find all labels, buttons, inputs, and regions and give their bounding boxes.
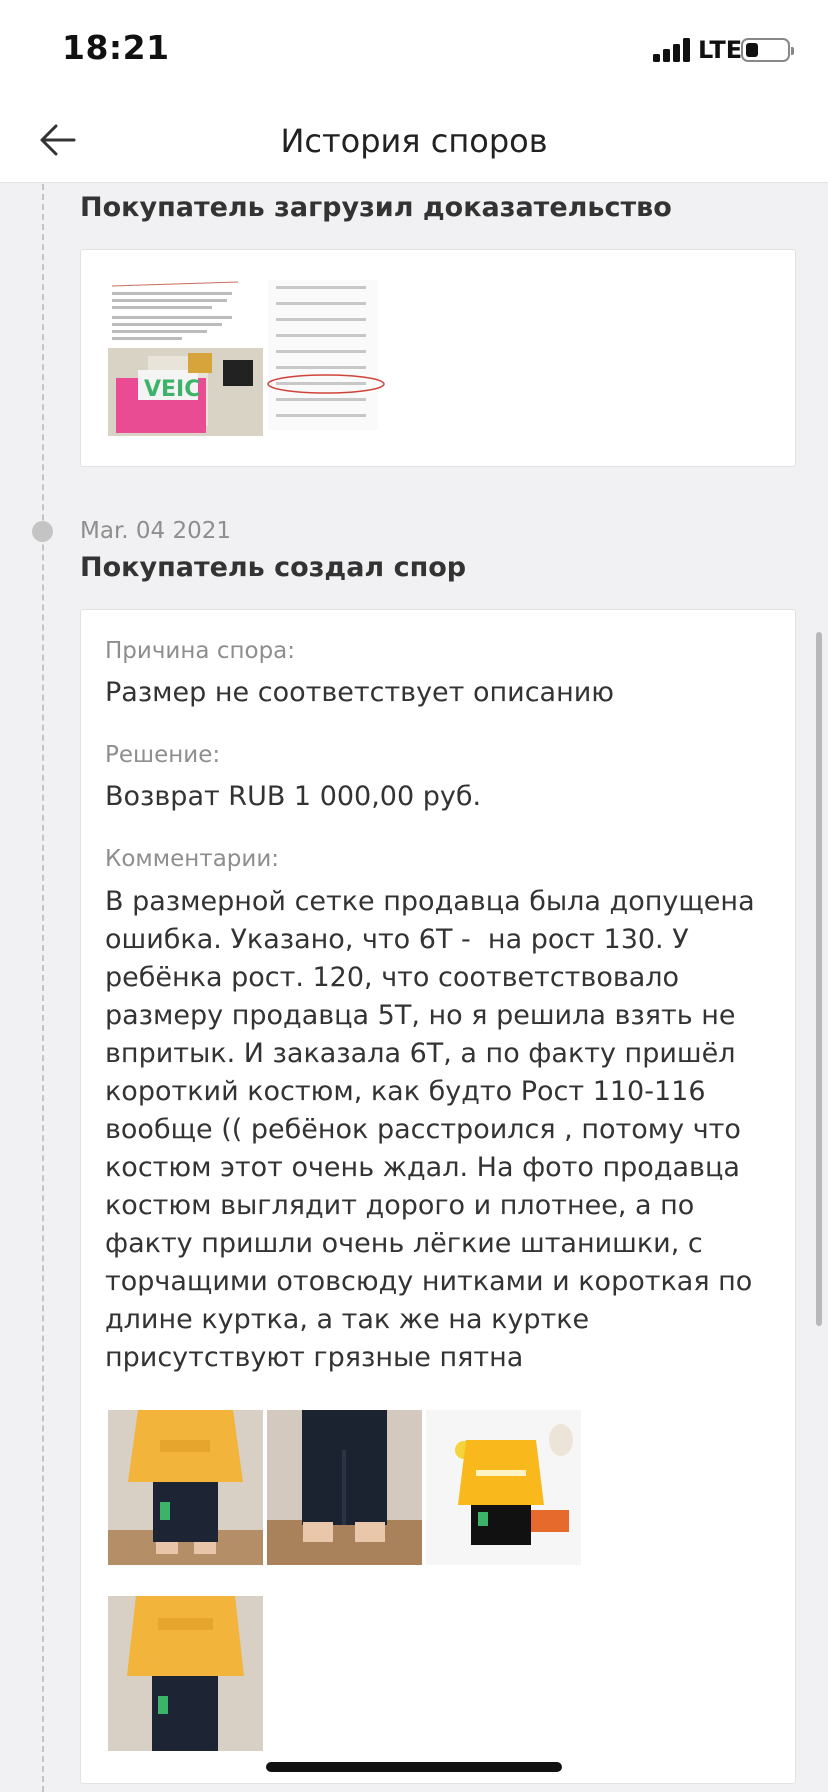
size-chart-screenshot: VEIC [108,278,408,440]
timeline-line [42,184,44,1792]
photo-pants [267,1410,422,1565]
photo-seller-product [426,1410,581,1565]
solution-value: Возврат RUB 1 000,00 руб. [105,781,482,812]
signal-icon [653,38,691,62]
network-label: LTE [698,36,743,64]
event-title-evidence: Покупатель загрузил доказательство [80,192,672,223]
battery-icon [741,38,794,62]
photo-jacket-front [108,1410,263,1565]
page-title: История споров [280,122,548,160]
event-title-dispute-created: Покупатель создал спор [80,552,467,583]
home-indicator[interactable] [266,1762,562,1772]
comments-label: Комментарии: [105,846,280,872]
reason-label: Причина спора: [105,638,296,664]
timeline-dot [32,521,53,542]
reason-value: Размер не соответствует описанию [105,677,615,708]
scrollbar[interactable] [816,632,822,1326]
status-bar: 18:21 LTE [0,0,828,100]
attachment-photo-1[interactable] [108,1410,263,1565]
attachment-photo-2[interactable] [267,1410,422,1565]
attachment-photo-4[interactable] [108,1596,263,1751]
svg-text:VEIC: VEIC [144,377,200,402]
event-date: Mar. 04 2021 [80,518,232,544]
comments-value: В размерной сетке продавца была допущена… [105,886,764,1373]
evidence-image[interactable]: VEIC [108,278,408,440]
attachment-photo-3[interactable] [426,1410,581,1565]
status-time: 18:21 [62,28,170,67]
photo-jacket-front-2 [108,1596,263,1751]
dispute-details-card: Причина спора: Размер не соответствует о… [80,609,796,1784]
solution-label: Решение: [105,742,221,768]
evidence-card: VEIC [80,249,796,467]
top-app-bar: История споров [0,100,828,183]
